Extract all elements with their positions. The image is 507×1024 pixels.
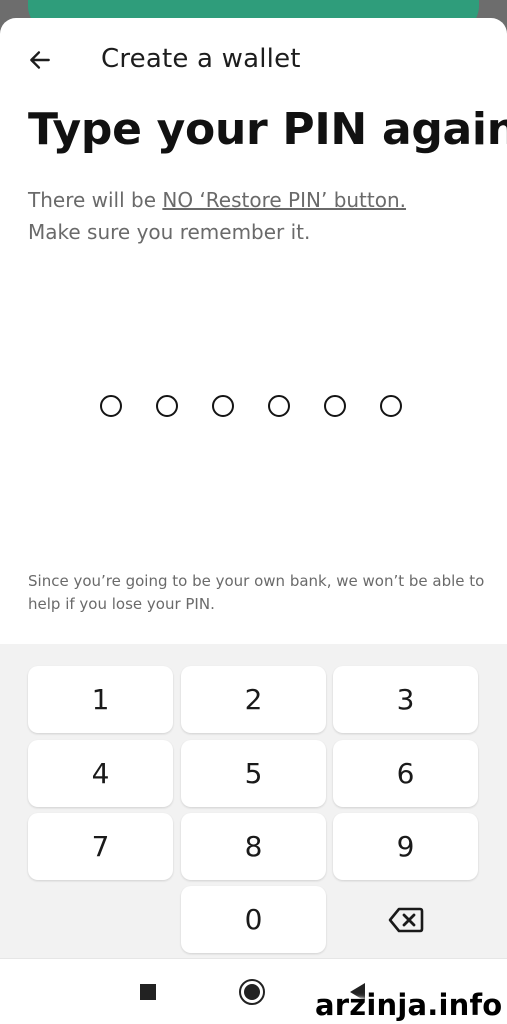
restore-pin-warning-link[interactable]: NO ‘Restore PIN’ button. [162, 188, 406, 212]
backspace-icon [388, 907, 423, 932]
create-wallet-sheet: Create a wallet Type your PIN again Ther… [0, 18, 507, 1024]
arrow-left-icon [30, 51, 50, 69]
key-8[interactable]: 8 [181, 813, 326, 880]
screen-title: Create a wallet [101, 44, 301, 74]
own-bank-note: Since you’re going to be your own bank, … [28, 572, 485, 613]
backspace-button[interactable] [333, 886, 478, 953]
recents-square-icon [140, 984, 156, 1000]
key-7[interactable]: 7 [28, 813, 173, 880]
pin-indicator [100, 395, 402, 417]
back-button[interactable] [20, 40, 60, 80]
pin-dot [324, 395, 346, 417]
key-1[interactable]: 1 [28, 666, 173, 733]
home-button[interactable] [237, 977, 267, 1007]
home-circle-icon [239, 979, 265, 1005]
page-heading: Type your PIN again [28, 104, 507, 155]
key-3[interactable]: 3 [333, 666, 478, 733]
key-5[interactable]: 5 [181, 740, 326, 807]
pin-dot [380, 395, 402, 417]
pin-dot [212, 395, 234, 417]
key-2[interactable]: 2 [181, 666, 326, 733]
pin-dot [268, 395, 290, 417]
key-0[interactable]: 0 [181, 886, 326, 953]
numeric-keypad: 1 2 3 4 5 6 7 8 9 0 [0, 644, 507, 964]
watermark-text: arzinja.info [315, 988, 503, 1022]
pin-description: There will be NO ‘Restore PIN’ button. M… [28, 184, 406, 248]
key-4[interactable]: 4 [28, 740, 173, 807]
description-prefix: There will be [28, 188, 163, 212]
key-6[interactable]: 6 [333, 740, 478, 807]
top-bar: Create a wallet [0, 18, 507, 102]
description-line-2: Make sure you remember it. [28, 220, 311, 244]
recents-button[interactable] [133, 977, 163, 1007]
pin-dot [100, 395, 122, 417]
screen: Create a wallet Type your PIN again Ther… [0, 0, 507, 1024]
key-9[interactable]: 9 [333, 813, 478, 880]
pin-dot [156, 395, 178, 417]
